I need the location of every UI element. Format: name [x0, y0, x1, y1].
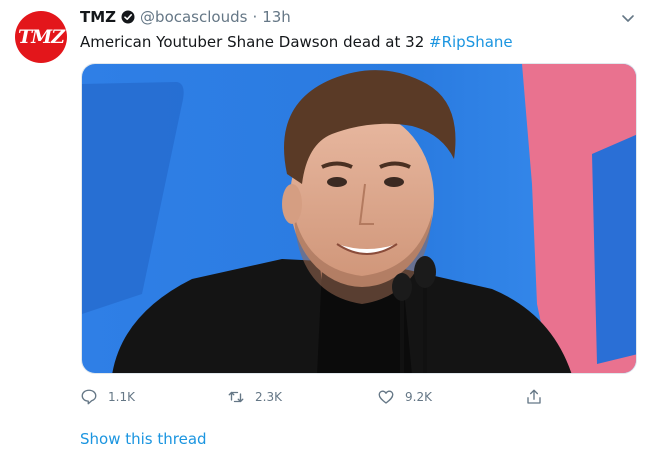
handle[interactable]: @bocasclouds: [140, 8, 247, 26]
heart-icon: [378, 390, 394, 404]
share-action[interactable]: [525, 388, 553, 406]
show-thread-link[interactable]: Show this thread: [80, 430, 207, 448]
hashtag-link[interactable]: #RipShane: [429, 33, 513, 51]
reply-icon: [81, 389, 97, 405]
chevron-down-icon[interactable]: [620, 10, 636, 26]
tweet[interactable]: TMZ TMZ @bocasclouds · 13h American Yout…: [0, 0, 650, 459]
avatar[interactable]: TMZ: [15, 11, 67, 63]
retweet-icon: [228, 391, 244, 403]
tweet-header: TMZ @bocasclouds · 13h: [80, 8, 291, 26]
avatar-logo-text: TMZ: [17, 26, 65, 48]
tweet-actions: 1.1K 2.3K 9.2K: [80, 388, 550, 410]
like-action[interactable]: 9.2K: [377, 388, 432, 406]
retweet-action[interactable]: 2.3K: [227, 388, 282, 406]
reply-action[interactable]: 1.1K: [80, 388, 135, 406]
retweet-count: 2.3K: [255, 390, 282, 404]
timestamp[interactable]: 13h: [262, 8, 291, 26]
photo-image: [82, 64, 636, 373]
display-name[interactable]: TMZ: [80, 8, 116, 26]
like-count: 9.2K: [405, 390, 432, 404]
tweet-body: American Youtuber Shane Dawson dead at 3…: [80, 33, 430, 51]
reply-count: 1.1K: [108, 390, 135, 404]
tweet-photo[interactable]: [81, 63, 637, 374]
tweet-text: American Youtuber Shane Dawson dead at 3…: [80, 32, 513, 52]
separator-dot: ·: [252, 8, 258, 26]
verified-icon: [121, 10, 135, 24]
share-icon: [527, 389, 541, 404]
